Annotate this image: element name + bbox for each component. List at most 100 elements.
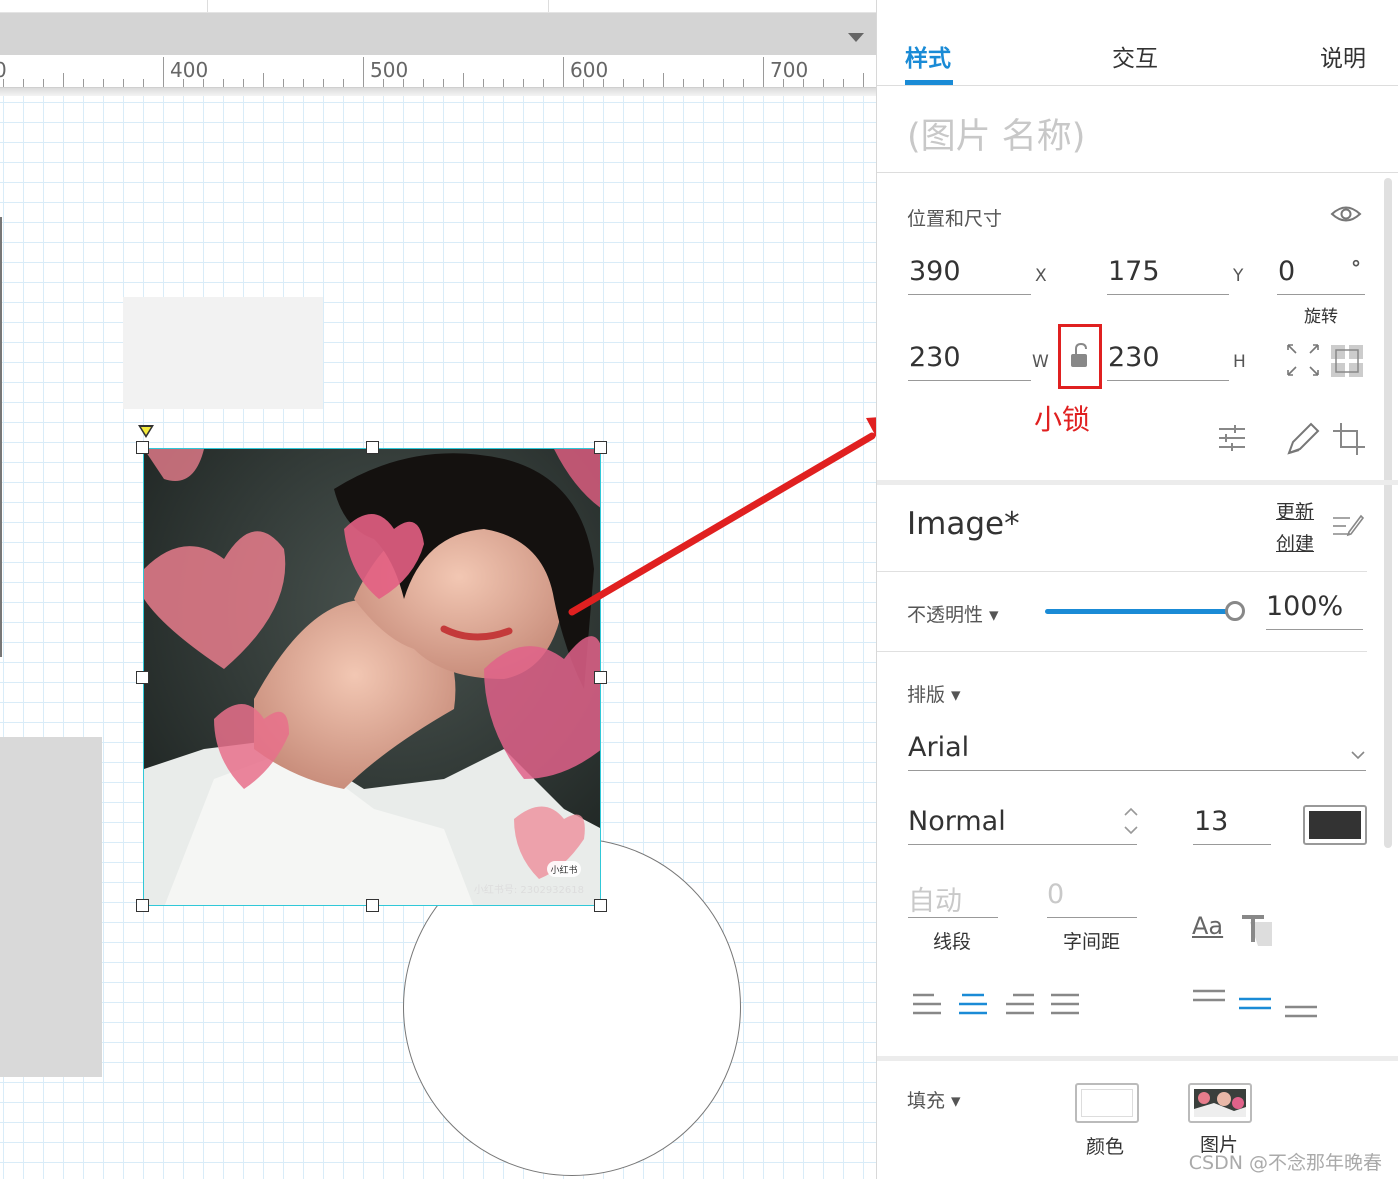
fill-label[interactable]: 填充 ▾: [907, 1086, 961, 1113]
ruler-tick: [223, 79, 224, 87]
resize-handle-top-right[interactable]: [594, 441, 607, 454]
eye-icon[interactable]: [1330, 203, 1362, 225]
fill-color-preview: [1081, 1089, 1133, 1117]
section-divider: [877, 480, 1398, 485]
resize-handle-bottom-right[interactable]: [594, 899, 607, 912]
resize-handle-right[interactable]: [594, 671, 607, 684]
ruler-tick: [563, 57, 564, 87]
ruler-tick: [463, 73, 464, 87]
tab-notes[interactable]: 说明: [1320, 39, 1366, 73]
fill-color-button[interactable]: [1075, 1083, 1139, 1123]
ruler-tick: [523, 79, 524, 87]
opacity-slider-knob[interactable]: [1225, 601, 1245, 621]
original-size-icon[interactable]: [1330, 344, 1364, 378]
photo-image: 小红书 小红书号: 2302932618: [144, 449, 600, 905]
ruler-tick: [43, 79, 44, 87]
ruler-tick: [363, 57, 364, 87]
canvas-area[interactable]: 0 400 500 600 700: [0, 0, 876, 1179]
style-name[interactable]: Image*: [907, 506, 1020, 542]
lock-annotation-label: 小锁: [1034, 403, 1091, 436]
ruler-label: 700: [770, 58, 809, 82]
valign-bottom-icon[interactable]: [1284, 1004, 1318, 1020]
ruler-tick: [283, 79, 284, 87]
ruler-tick: [763, 57, 764, 87]
update-style-link[interactable]: 更新: [1276, 497, 1314, 524]
resize-handle-bottom[interactable]: [366, 899, 379, 912]
tab-style[interactable]: 样式: [905, 39, 951, 73]
horizontal-ruler: 0 400 500 600 700: [0, 55, 876, 88]
valign-top-icon[interactable]: [1192, 988, 1226, 1004]
line-spacing-label: 线段: [933, 931, 972, 953]
typography-label[interactable]: 排版 ▾: [907, 680, 961, 707]
ruler-tick: [703, 79, 704, 87]
font-size-value: 13: [1194, 806, 1229, 837]
font-family-select[interactable]: [908, 731, 1366, 771]
ruler-tick: [443, 79, 444, 87]
chevron-down-icon[interactable]: [1351, 750, 1365, 760]
opacity-slider-track[interactable]: [1045, 609, 1235, 614]
up-down-chevron-icon[interactable]: [1123, 806, 1139, 836]
ruler-tick: [303, 79, 304, 87]
ruler-tick: [123, 79, 124, 87]
photo-badge: 小红书: [550, 864, 577, 876]
panel-scrollbar[interactable]: [1384, 178, 1392, 848]
ruler-label: 0: [0, 58, 7, 82]
height-value: 230: [1108, 342, 1160, 373]
align-center-icon[interactable]: [958, 993, 988, 1015]
ruler-tick: [263, 73, 264, 87]
ruler-shadow: [0, 88, 876, 96]
resize-handle-bottom-left[interactable]: [136, 899, 149, 912]
ruler-tick: [423, 79, 424, 87]
width-unit: W: [1032, 352, 1049, 372]
crop-icon[interactable]: [1332, 422, 1366, 456]
resize-handle-top-left[interactable]: [136, 441, 149, 454]
text-shadow-icon[interactable]: [1240, 914, 1274, 948]
width-value: 230: [909, 342, 961, 373]
active-tab-indicator: [905, 80, 953, 85]
tab-interactions[interactable]: 交互: [1112, 39, 1158, 73]
fill-image-button[interactable]: [1188, 1083, 1252, 1123]
ruler-tick: [323, 79, 324, 87]
resize-handle-top[interactable]: [366, 441, 379, 454]
ruler-tick: [63, 73, 64, 87]
ruler-tick: [163, 57, 164, 87]
text-case-icon[interactable]: Aa: [1192, 912, 1223, 940]
adjust-sliders-icon[interactable]: [1217, 424, 1247, 452]
divider: [877, 571, 1367, 572]
resize-handle-left[interactable]: [136, 671, 149, 684]
page-tab-bar: [0, 13, 876, 55]
y-unit: Y: [1233, 266, 1244, 286]
opacity-label[interactable]: 不透明性 ▾: [907, 600, 999, 627]
text-color-swatch[interactable]: [1303, 805, 1367, 845]
ruler-tick: [623, 79, 624, 87]
create-style-link[interactable]: 创建: [1276, 529, 1314, 556]
widget-name-input[interactable]: (图片 名称): [907, 108, 1085, 159]
rectangle-widget[interactable]: [123, 297, 323, 409]
tab-dropdown-icon[interactable]: [848, 33, 864, 42]
line-widget[interactable]: [0, 217, 2, 657]
align-justify-icon[interactable]: [1050, 993, 1080, 1015]
inspector-tabs: 样式 交互 说明: [877, 13, 1398, 86]
divider: [877, 172, 1398, 173]
ruler-tick: [23, 79, 24, 87]
rectangle-widget[interactable]: [0, 737, 102, 1077]
image-widget[interactable]: 小红书 小红书号: 2302932618: [143, 448, 601, 906]
edit-style-icon[interactable]: [1332, 512, 1364, 540]
top-strip: [0, 0, 876, 13]
opacity-value: 100%: [1266, 591, 1344, 622]
ruler-tick: [143, 79, 144, 87]
watermark: CSDN @不念那年晚春: [1188, 1152, 1382, 1174]
ruler-tick: [723, 79, 724, 87]
ruler-tick: [743, 79, 744, 87]
strip-separator: [207, 0, 208, 12]
ruler-tick: [243, 79, 244, 87]
ruler-label: 500: [370, 58, 409, 82]
ruler-tick: [683, 79, 684, 87]
fit-to-content-icon[interactable]: [1286, 343, 1320, 377]
valign-middle-icon[interactable]: [1238, 996, 1272, 1012]
align-right-icon[interactable]: [1005, 993, 1035, 1015]
align-left-icon[interactable]: [912, 993, 942, 1015]
fill-image-thumbnail: [1194, 1089, 1246, 1117]
height-unit: H: [1233, 352, 1246, 372]
slice-pen-icon[interactable]: [1285, 422, 1321, 456]
